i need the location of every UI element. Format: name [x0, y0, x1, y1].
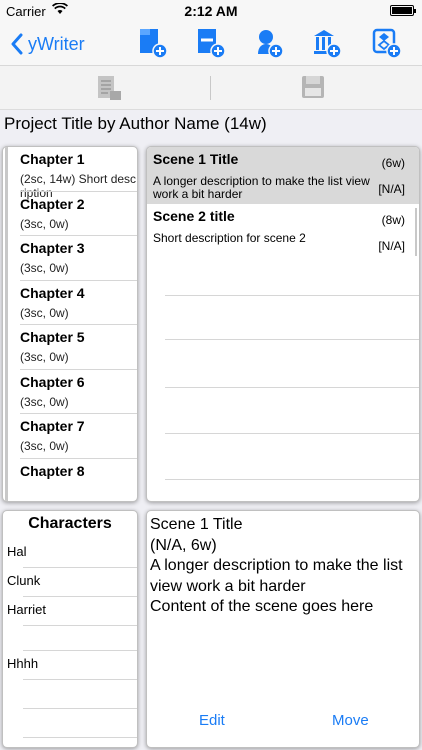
list-separator	[165, 295, 419, 296]
scene-detail: Scene 1 Title (N/A, 6w) A longer descrip…	[146, 510, 420, 748]
toolbar-divider	[210, 76, 211, 100]
list-item[interactable]: Hhhh	[3, 651, 137, 680]
chapter-name: Chapter 1	[20, 151, 85, 167]
list-separator	[165, 339, 419, 340]
list-item[interactable]: Clunk	[3, 568, 137, 597]
chapter-item[interactable]: Chapter 8	[5, 458, 137, 501]
chapter-name: Chapter 3	[20, 240, 85, 256]
chapter-name: Chapter 5	[20, 329, 85, 345]
status-bar: Carrier 2:12 AM	[0, 0, 422, 22]
chapter-name: Chapter 7	[20, 418, 85, 434]
chapter-desc	[20, 480, 137, 484]
move-button[interactable]: Move	[332, 711, 369, 732]
edit-button[interactable]: Edit	[199, 711, 225, 732]
character-name: Hhhh	[7, 656, 39, 671]
list-item[interactable]	[3, 680, 137, 709]
chapter-name: Chapter 2	[20, 195, 85, 212]
detail-desc: A longer description to make the list vi…	[150, 557, 403, 595]
detail-title: Scene 1 Title	[150, 516, 243, 533]
scene-item[interactable]: Scene 2 title (8w) Short description for…	[147, 204, 419, 261]
add-location-icon[interactable]	[312, 27, 342, 59]
scene-status: [N/A]	[378, 182, 405, 196]
list-separator	[165, 387, 419, 388]
character-name: Hal	[7, 544, 27, 559]
remove-chapter-icon[interactable]	[196, 27, 226, 59]
add-chapter-icon[interactable]	[138, 27, 168, 59]
list-item[interactable]: Harriet	[3, 597, 137, 626]
chevron-left-icon	[11, 33, 23, 55]
scene-status: [N/A]	[378, 239, 405, 253]
add-character-icon[interactable]	[254, 27, 284, 59]
chapter-desc: (3sc, 0w)	[20, 216, 69, 231]
scene-word-count: (6w)	[381, 156, 405, 170]
chapter-desc: (3sc, 0w)	[20, 394, 69, 409]
list-item[interactable]	[3, 626, 137, 651]
scene-desc: A longer description to make the list vi…	[153, 174, 370, 201]
back-label: yWriter	[28, 33, 85, 54]
navigation-bar: yWriter	[0, 22, 422, 66]
scene-title: Scene 2 title	[153, 208, 235, 224]
back-button[interactable]: yWriter	[10, 28, 85, 60]
scene-list: Scene 1 Title (6w) A longer description …	[146, 146, 420, 502]
chapter-item[interactable]: Chapter 4 (3sc, 0w)	[5, 280, 137, 325]
secondary-toolbar	[0, 66, 422, 110]
character-list: Characters Hal Clunk Harriet Hhhh	[2, 510, 138, 748]
add-item-icon[interactable]	[372, 27, 402, 59]
chapter-name: Chapter 8	[20, 462, 85, 479]
scene-word-count: (8w)	[381, 213, 405, 227]
scene-item[interactable]: Scene 1 Title (6w) A longer description …	[147, 147, 419, 204]
chapter-name: Chapter 6	[20, 373, 85, 390]
scene-title: Scene 1 Title	[153, 151, 239, 167]
list-item[interactable]: Hal	[3, 539, 137, 568]
characters-header: Characters	[28, 515, 112, 532]
scene-desc: Short description for scene 2	[153, 231, 306, 245]
detail-meta: (N/A, 6w)	[150, 536, 217, 554]
detail-content: Content of the scene goes here	[150, 598, 374, 615]
list-item[interactable]	[3, 709, 137, 738]
chapter-name: Chapter 4	[20, 284, 85, 301]
chapter-item[interactable]: Chapter 5 (3sc, 0w)	[5, 325, 137, 370]
chapter-item[interactable]: Chapter 6 (3sc, 0w)	[5, 369, 137, 414]
export-document-icon[interactable]	[96, 75, 122, 101]
chapter-item[interactable]: Chapter 3 (3sc, 0w)	[5, 236, 137, 281]
chapter-desc: (3sc, 0w)	[20, 350, 69, 364]
chapter-desc: (3sc, 0w)	[20, 439, 69, 453]
battery-icon	[390, 5, 416, 16]
chapter-item[interactable]: Chapter 2 (3sc, 0w)	[5, 191, 137, 236]
save-icon[interactable]	[301, 75, 325, 99]
chapter-desc: (3sc, 0w)	[20, 261, 69, 275]
chapter-list: Chapter 1 (2sc, 14w) Short description C…	[2, 146, 138, 502]
chapter-desc: (3sc, 0w)	[20, 305, 69, 320]
character-name: Harriet	[7, 602, 47, 617]
status-time: 2:12 AM	[184, 3, 238, 19]
chapter-item[interactable]: Chapter 1 (2sc, 14w) Short description	[5, 147, 137, 200]
chapter-item[interactable]: Chapter 7 (3sc, 0w)	[5, 414, 137, 459]
character-name: Clunk	[7, 573, 41, 588]
list-separator	[165, 479, 419, 480]
list-separator	[165, 433, 419, 434]
project-title: Project Title by Author Name (14w)	[4, 114, 267, 133]
